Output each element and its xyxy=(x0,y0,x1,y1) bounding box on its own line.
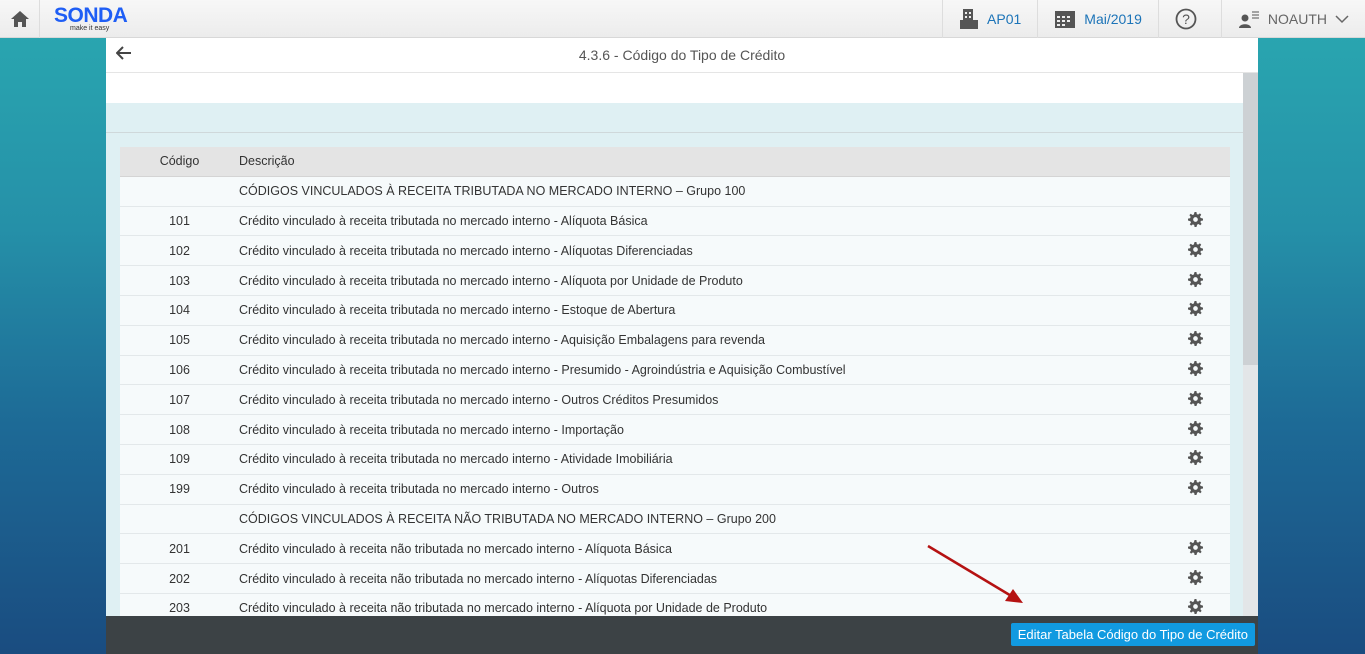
footer-bar: Editar Tabela Código do Tipo de Crédito xyxy=(106,616,1258,654)
column-header-description: Descrição xyxy=(239,154,295,169)
help-button[interactable]: ? xyxy=(1157,0,1221,38)
code-cell: 102 xyxy=(169,243,190,258)
credit-type-table: Código Descrição CÓDIGOS VINCULADOS À RE… xyxy=(120,147,1230,616)
table-row[interactable]: 106 Crédito vinculado à receita tributada… xyxy=(120,355,1230,386)
group-header-row: CÓDIGOS VINCULADOS À RECEITA TRIBUTADA N… xyxy=(120,176,1230,207)
description-cell: Crédito vinculado à receita não tributad… xyxy=(239,571,718,586)
gear-icon[interactable] xyxy=(1187,480,1203,498)
gear-icon[interactable] xyxy=(1187,569,1203,588)
svg-text:?: ? xyxy=(1182,11,1190,27)
gear-icon[interactable] xyxy=(1187,599,1203,616)
gear-icon[interactable] xyxy=(1187,241,1203,260)
code-cell: 109 xyxy=(169,452,190,467)
edit-table-button[interactable]: Editar Tabela Código do Tipo de Crédito xyxy=(1010,623,1255,646)
chevron-down-icon xyxy=(1335,15,1349,24)
back-button[interactable] xyxy=(115,46,132,63)
gear-icon[interactable] xyxy=(1187,450,1203,468)
company-selector[interactable]: AP01 xyxy=(942,0,1037,38)
description-cell: Crédito vinculado à receita não tributad… xyxy=(239,601,768,616)
home-icon xyxy=(10,10,29,27)
description-cell: Crédito vinculado à receita tributada no… xyxy=(239,273,743,288)
user-menu[interactable]: NOAUTH xyxy=(1220,0,1365,38)
table-row[interactable]: 103 Crédito vinculado à receita tributada… xyxy=(120,266,1230,296)
code-cell: 101 xyxy=(169,213,190,228)
table-container: Código Descrição CÓDIGOS VINCULADOS À RE… xyxy=(106,103,1243,616)
description-cell: Crédito vinculado à receita tributada no… xyxy=(239,333,766,348)
table-row[interactable]: 201 Crédito vinculado à receita não tribu… xyxy=(120,534,1230,565)
table-row[interactable]: 102 Crédito vinculado à receita tributada… xyxy=(120,236,1230,267)
column-header-code: Código xyxy=(159,154,200,169)
gear-icon[interactable] xyxy=(1187,420,1203,439)
description-cell: Crédito vinculado à receita tributada no… xyxy=(239,452,673,467)
table-row[interactable]: 105 Crédito vinculado à receita tributada… xyxy=(120,325,1230,356)
building-icon xyxy=(960,9,979,29)
description-cell: CÓDIGOS VINCULADOS À RECEITA NÃO TRIBUTA… xyxy=(239,511,776,526)
gear-icon[interactable] xyxy=(1187,390,1203,409)
description-cell: Crédito vinculado à receita tributada no… xyxy=(239,362,846,377)
company-code: AP01 xyxy=(987,11,1022,27)
code-cell: 105 xyxy=(169,333,190,348)
table-row[interactable]: 104 Crédito vinculado à receita tributada… xyxy=(120,295,1230,326)
description-cell: CÓDIGOS VINCULADOS À RECEITA TRIBUTADA N… xyxy=(239,184,746,199)
code-cell: 104 xyxy=(169,303,190,318)
user-name: NOAUTH xyxy=(1267,11,1327,27)
page-title: 4.3.6 - Código do Tipo de Crédito xyxy=(578,47,786,63)
description-cell: Crédito vinculado à receita tributada no… xyxy=(239,422,624,437)
main-panel: 4.3.6 - Código do Tipo de Crédito Código… xyxy=(106,38,1258,616)
user-icon xyxy=(1238,11,1259,28)
arrow-left-icon xyxy=(115,46,131,60)
code-cell: 103 xyxy=(169,273,190,288)
table-header: Código Descrição xyxy=(120,147,1230,177)
period-value: Mai/2019 xyxy=(1084,11,1142,27)
code-cell: 201 xyxy=(169,541,190,556)
code-cell: 199 xyxy=(169,482,190,497)
table-row[interactable]: 108 Crédito vinculado à receita tributada… xyxy=(120,415,1230,445)
table-row[interactable]: 101 Crédito vinculado à receita tributada… xyxy=(120,206,1230,237)
calendar-icon xyxy=(1055,11,1076,28)
gear-icon[interactable] xyxy=(1187,360,1203,379)
table-row[interactable]: 107 Crédito vinculado à receita tributada… xyxy=(120,385,1230,416)
scrollbar-thumb[interactable] xyxy=(1243,73,1258,365)
group-header-row: CÓDIGOS VINCULADOS À RECEITA NÃO TRIBUTA… xyxy=(120,504,1230,535)
table-row[interactable]: 199 Crédito vinculado à receita tributada… xyxy=(120,474,1230,505)
description-cell: Crédito vinculado à receita não tributad… xyxy=(239,541,672,556)
description-cell: Crédito vinculado à receita tributada no… xyxy=(239,243,693,258)
table-row[interactable]: 202 Crédito vinculado à receita não tribu… xyxy=(120,564,1230,594)
gear-icon[interactable] xyxy=(1187,211,1203,230)
brand-name: SONDA xyxy=(54,4,128,27)
table-row[interactable]: 203 Crédito vinculado à receita não tribu… xyxy=(120,593,1230,616)
toolbar-band xyxy=(106,103,1243,133)
annotation-arrow xyxy=(927,544,1023,603)
sonda-logo[interactable]: SONDA make it easy xyxy=(54,4,128,32)
gear-icon[interactable] xyxy=(1187,301,1203,319)
home-button[interactable] xyxy=(0,0,40,38)
code-cell: 203 xyxy=(169,601,190,616)
code-cell: 106 xyxy=(169,362,190,377)
code-cell: 202 xyxy=(169,571,190,586)
description-cell: Crédito vinculado à receita tributada no… xyxy=(239,213,648,228)
gear-icon[interactable] xyxy=(1187,331,1203,349)
title-bar: 4.3.6 - Código do Tipo de Crédito xyxy=(106,38,1258,73)
description-cell: Crédito vinculado à receita tributada no… xyxy=(239,392,719,407)
help-icon: ? xyxy=(1175,8,1197,30)
vertical-scrollbar[interactable] xyxy=(1243,73,1258,616)
code-cell: 107 xyxy=(169,392,190,407)
period-selector[interactable]: Mai/2019 xyxy=(1037,0,1158,38)
gear-icon[interactable] xyxy=(1187,271,1203,290)
description-cell: Crédito vinculado à receita tributada no… xyxy=(239,303,676,318)
table-row[interactable]: 109 Crédito vinculado à receita tributada… xyxy=(120,444,1230,475)
description-cell: Crédito vinculado à receita tributada no… xyxy=(239,482,599,497)
top-bar: SONDA make it easy AP01 Mai/2019 ? NOAUT… xyxy=(0,0,1365,38)
gear-icon[interactable] xyxy=(1187,539,1203,558)
code-cell: 108 xyxy=(169,422,190,437)
